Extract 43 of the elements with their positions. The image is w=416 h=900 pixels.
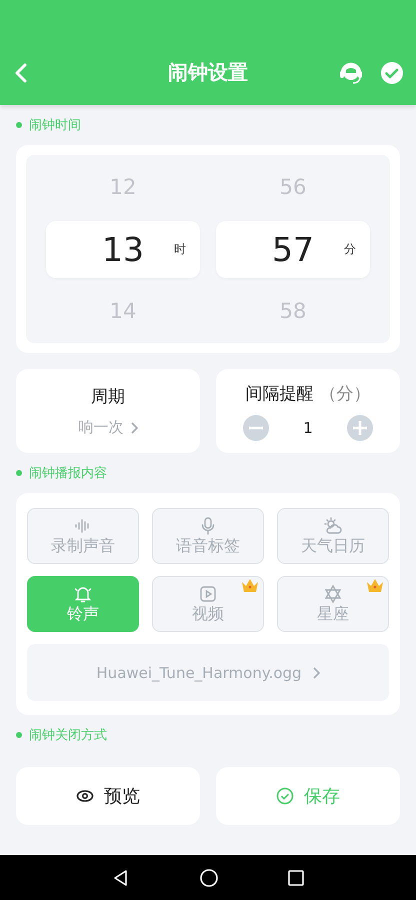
chevron-icon — [130, 422, 138, 434]
chevron-icon — [312, 666, 320, 678]
back-nav-button[interactable] — [112, 868, 130, 886]
section-label: 闹钟关闭方式 — [29, 727, 107, 744]
section-dot — [16, 470, 22, 476]
cycle-title: 周期 — [91, 386, 125, 408]
home-nav-button[interactable] — [200, 868, 218, 886]
eye-icon — [76, 787, 94, 805]
section-label: 闹钟播报内容 — [29, 465, 107, 482]
ringtone-file: Huawei_Tune_Harmony.ogg — [96, 664, 302, 682]
picker-unit: 时 — [174, 240, 186, 258]
content-option[interactable]: 语音标签 — [152, 508, 264, 564]
interval-unit: （分） — [320, 382, 370, 404]
interval-title: 间隔提醒 — [246, 382, 314, 404]
content-option[interactable]: 星座 — [277, 576, 389, 632]
section-dot — [16, 122, 22, 128]
page-title: 闹钟设置 — [168, 60, 248, 84]
play-icon — [198, 584, 218, 604]
cycle-value: 响一次 — [78, 418, 124, 437]
cycle-card[interactable]: 周期 响一次 — [16, 369, 200, 453]
content-option[interactable]: 天气日历 — [277, 508, 389, 564]
plus-button[interactable] — [346, 414, 373, 440]
save-button[interactable]: 保存 — [216, 767, 400, 825]
recents-nav-button[interactable] — [288, 870, 304, 886]
confirm-button[interactable] — [380, 60, 404, 84]
interval-value: 1 — [303, 418, 313, 436]
picker-value: 13 — [102, 230, 144, 268]
section-label: 闹钟时间 — [29, 117, 81, 134]
content-option[interactable]: 录制声音 — [27, 508, 139, 564]
check-icon — [380, 60, 404, 84]
minus-button[interactable] — [243, 414, 270, 440]
picker-value: 57 — [272, 230, 314, 268]
cloud-sun-icon — [323, 516, 343, 536]
section-dot — [16, 732, 22, 738]
content-option[interactable]: 视频 — [152, 576, 264, 632]
star-of-david-icon — [323, 584, 343, 604]
preview-button[interactable]: 预览 — [16, 767, 200, 825]
picker-selection[interactable]: 13 时 — [46, 220, 200, 278]
check-circle-icon — [276, 787, 294, 805]
ringtone-selector[interactable]: Huawei_Tune_Harmony.ogg — [27, 644, 389, 701]
picker-unit: 分 — [344, 240, 356, 258]
content-option[interactable]: 铃声 — [27, 576, 139, 632]
picker-selection[interactable]: 57 分 — [216, 220, 370, 278]
